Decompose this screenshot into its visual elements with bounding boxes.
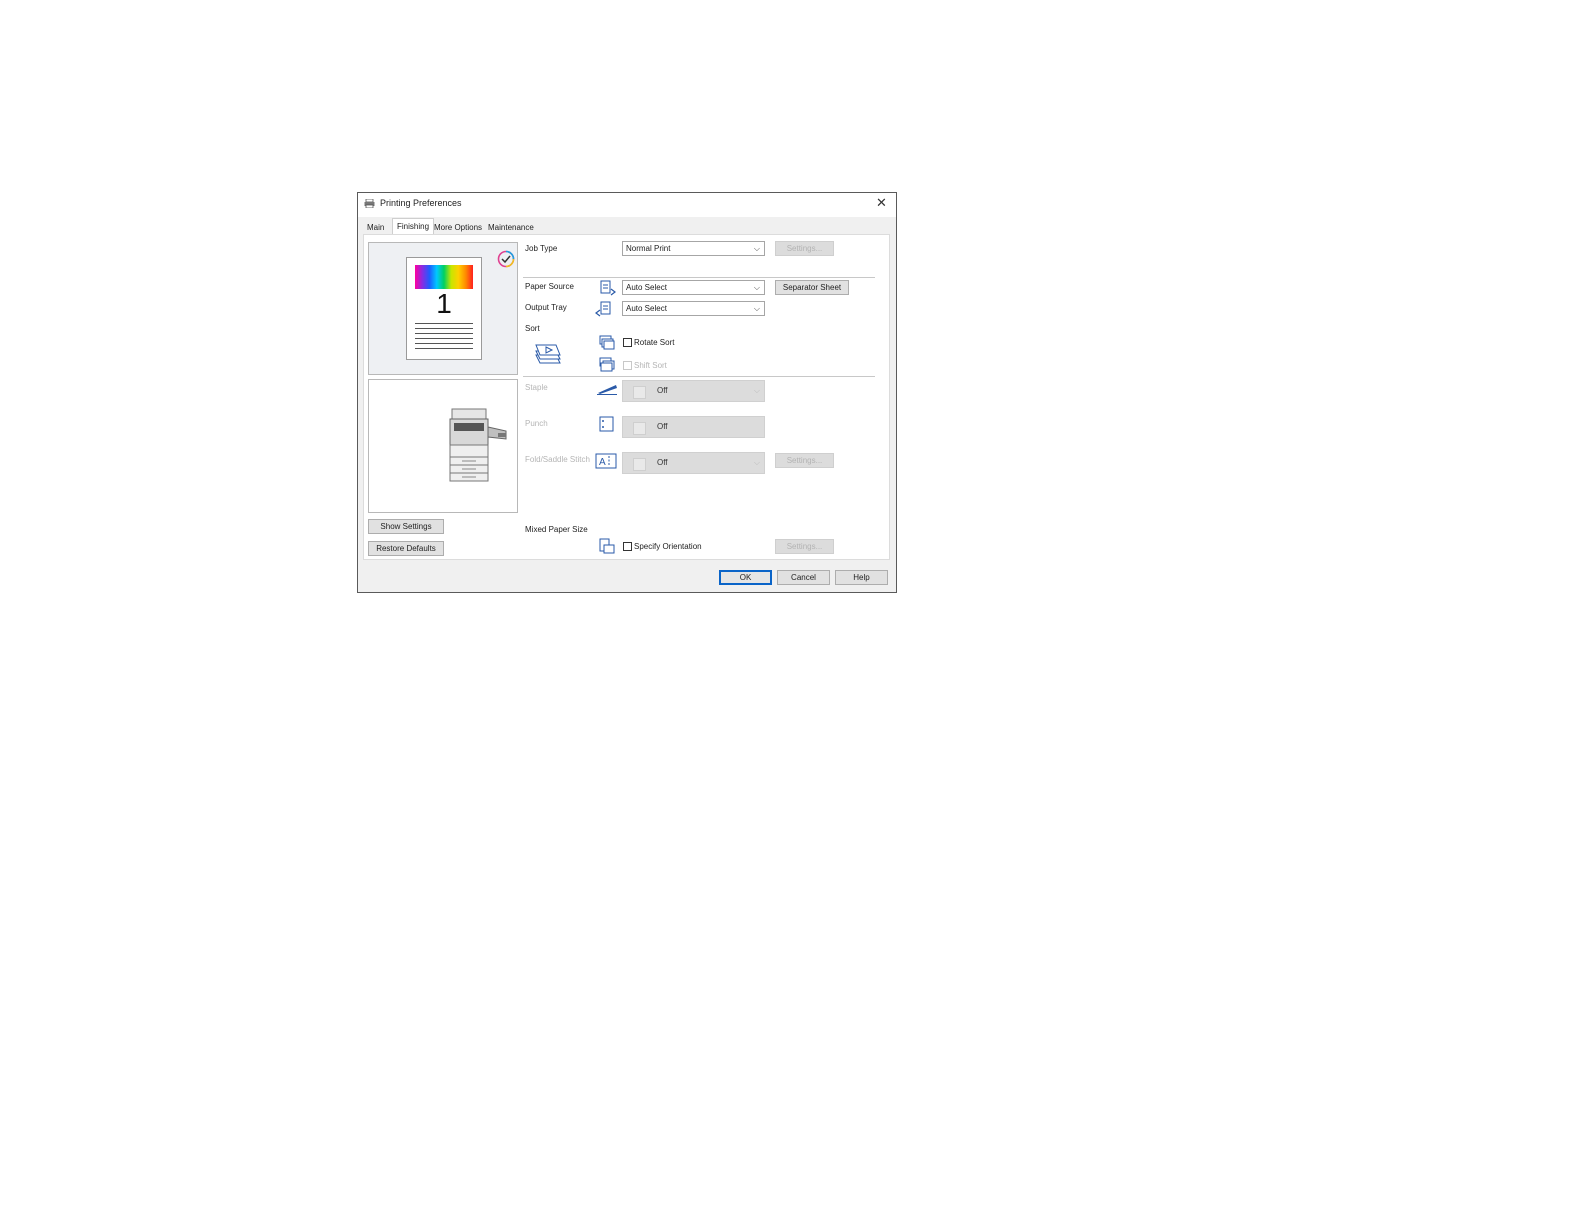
preview-text-line — [415, 333, 473, 334]
staple-icon — [597, 385, 617, 395]
fold-saddle-stitch-label: Fold/Saddle Stitch — [525, 455, 590, 464]
restore-defaults-button[interactable]: Restore Defaults — [368, 541, 444, 556]
mixed-paper-size-icon — [599, 538, 615, 554]
printer-icon — [364, 199, 375, 208]
ok-button[interactable]: OK — [719, 570, 772, 585]
cancel-button[interactable]: Cancel — [777, 570, 830, 585]
mixed-paper-size-label: Mixed Paper Size — [525, 525, 588, 534]
sort-label: Sort — [525, 324, 540, 333]
separator-sheet-button[interactable]: Separator Sheet — [775, 280, 849, 295]
punch-label: Punch — [525, 419, 548, 428]
window-title: Printing Preferences — [380, 198, 462, 208]
printer-illustration-icon — [449, 408, 507, 482]
preview-text-line — [415, 328, 473, 329]
color-check-icon — [497, 250, 515, 268]
job-type-label: Job Type — [525, 244, 558, 253]
preview-text-line — [415, 338, 473, 339]
paper-source-value: Auto Select — [626, 283, 667, 292]
chevron-down-icon: ⌵ — [753, 458, 760, 467]
staple-preview-icon — [633, 386, 646, 399]
job-type-select[interactable]: Normal Print ⌵ — [622, 241, 765, 256]
punch-value: Off — [657, 422, 668, 431]
close-button[interactable]: ✕ — [876, 195, 887, 211]
tab-more-options[interactable]: More Options — [430, 221, 486, 234]
section-divider — [523, 277, 875, 278]
punch-icon — [599, 416, 614, 432]
fold-settings-button[interactable]: Settings... — [775, 453, 834, 468]
sort-stack-icon — [535, 344, 561, 364]
fold-value: Off — [657, 458, 668, 467]
svg-text:A: A — [599, 457, 606, 468]
staple-value: Off — [657, 386, 668, 395]
output-tray-label: Output Tray — [525, 303, 567, 312]
job-type-settings-button[interactable]: Settings... — [775, 241, 834, 256]
shift-sort-icon — [599, 357, 615, 372]
output-tray-value: Auto Select — [626, 304, 667, 313]
tab-main[interactable]: Main — [363, 221, 388, 234]
chevron-down-icon: ⌵ — [753, 283, 760, 292]
fold-preview-icon — [633, 458, 646, 471]
output-tray-select[interactable]: Auto Select ⌵ — [622, 301, 765, 316]
rotate-sort-label: Rotate Sort — [634, 338, 675, 347]
mixed-paper-settings-button[interactable]: Settings... — [775, 539, 834, 554]
rotate-sort-icon — [599, 335, 615, 350]
staple-select[interactable]: Off ⌵ — [622, 380, 765, 402]
specify-orientation-checkbox[interactable] — [623, 542, 632, 551]
punch-preview-icon — [633, 422, 646, 435]
tab-finishing[interactable]: Finishing — [392, 218, 435, 235]
help-button[interactable]: Help — [835, 570, 888, 585]
chevron-down-icon: ⌵ — [753, 386, 760, 395]
punch-select[interactable]: Off — [622, 416, 765, 438]
chevron-down-icon: ⌵ — [753, 244, 760, 253]
section-divider — [523, 376, 875, 377]
preview-text-line — [415, 343, 473, 344]
chevron-down-icon: ⌵ — [753, 304, 760, 313]
preview-text-line — [415, 348, 473, 349]
fold-saddle-stitch-icon: A — [595, 453, 617, 469]
preview-page-number: 1 — [436, 288, 452, 319]
shift-sort-checkbox[interactable] — [623, 361, 632, 370]
staple-label: Staple — [525, 383, 548, 392]
rotate-sort-checkbox[interactable] — [623, 338, 632, 347]
paper-source-select[interactable]: Auto Select ⌵ — [622, 280, 765, 295]
specify-orientation-label: Specify Orientation — [634, 542, 702, 551]
show-settings-button[interactable]: Show Settings — [368, 519, 444, 534]
fold-saddle-stitch-select[interactable]: Off ⌵ — [622, 452, 765, 474]
preview-text-line — [415, 323, 473, 324]
paper-source-label: Paper Source — [525, 282, 574, 291]
tab-maintenance[interactable]: Maintenance — [484, 221, 538, 234]
output-tray-icon — [595, 301, 611, 317]
color-bar-graphic — [415, 265, 473, 289]
printing-preferences-dialog: Printing Preferences ✕ Main Finishing Mo… — [357, 192, 897, 593]
paper-source-icon — [600, 280, 616, 296]
shift-sort-label: Shift Sort — [634, 361, 667, 370]
job-type-value: Normal Print — [626, 244, 671, 253]
